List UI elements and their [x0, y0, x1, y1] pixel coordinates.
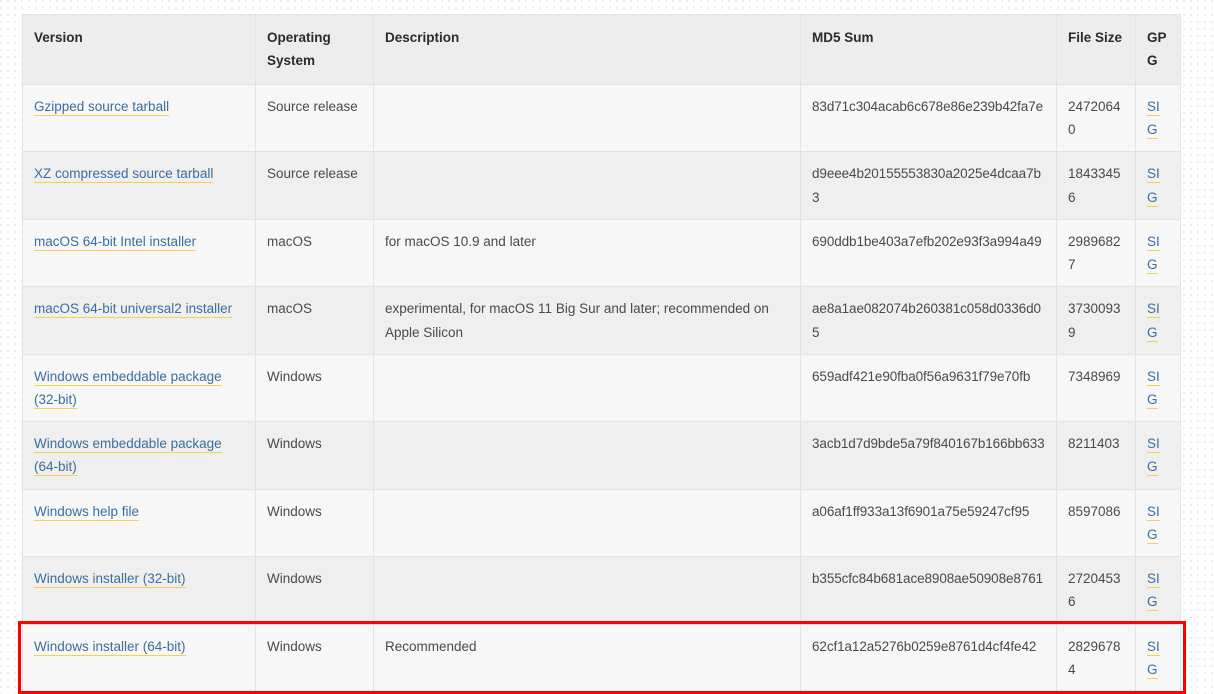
- cell-gpg: SIG: [1135, 286, 1181, 355]
- download-link[interactable]: Windows embeddable package (32-bit): [34, 368, 222, 409]
- table-row: Windows embeddable package (32-bit) Windo…: [22, 354, 1181, 423]
- downloads-table: Version Operating System Description MD5…: [22, 14, 1181, 692]
- cell-gpg: SIG: [1135, 489, 1181, 558]
- cell-file-size: 7348969: [1056, 354, 1136, 423]
- cell-description: [373, 84, 801, 153]
- table-row: XZ compressed source tarball Source relea…: [22, 151, 1181, 220]
- column-header-filesize: File Size: [1056, 14, 1136, 85]
- table-header-row: Version Operating System Description MD5…: [22, 14, 1181, 85]
- cell-file-size: 37300939: [1056, 286, 1136, 355]
- cell-description: for macOS 10.9 and later: [373, 219, 801, 288]
- cell-md5-sum: a06af1ff933a13f6901a75e59247cf95: [800, 489, 1057, 558]
- gpg-signature-link[interactable]: SIG: [1147, 368, 1160, 409]
- column-header-md5: MD5 Sum: [800, 14, 1057, 85]
- cell-version: Gzipped source tarball: [22, 84, 256, 153]
- download-link[interactable]: Gzipped source tarball: [34, 99, 170, 116]
- gpg-signature-link[interactable]: SIG: [1147, 166, 1160, 207]
- cell-gpg: SIG: [1135, 84, 1181, 153]
- table-row: macOS 64-bit universal2 installer macOS ex…: [22, 286, 1181, 355]
- column-header-version: Version: [22, 14, 256, 85]
- download-link[interactable]: macOS 64-bit universal2 installer: [34, 301, 233, 319]
- download-link[interactable]: XZ compressed source tarball: [34, 166, 214, 184]
- cell-md5-sum: 83d71c304acab6c678e86e239b42fa7e: [800, 84, 1057, 153]
- cell-description: experimental, for macOS 11 Big Sur and l…: [373, 286, 801, 355]
- gpg-signature-link[interactable]: SIG: [1147, 503, 1160, 544]
- cell-description: Recommended: [373, 624, 801, 692]
- column-header-os: Operating System: [255, 14, 374, 85]
- cell-version: XZ compressed source tarball: [22, 151, 256, 220]
- downloads-table-container: Version Operating System Description MD5…: [22, 14, 1181, 692]
- cell-description: [373, 354, 801, 423]
- cell-md5-sum: 3acb1d7d9bde5a79f840167b166bb633: [800, 421, 1057, 490]
- table-header: Version Operating System Description MD5…: [22, 14, 1181, 85]
- cell-operating-system: Windows: [255, 421, 374, 490]
- download-link[interactable]: Windows help file: [34, 503, 140, 521]
- cell-md5-sum: 690ddb1be403a7efb202e93f3a994a49: [800, 219, 1057, 288]
- cell-operating-system: Windows: [255, 489, 374, 558]
- cell-gpg: SIG: [1135, 151, 1181, 220]
- cell-md5-sum: d9eee4b20155553830a2025e4dcaa7b3: [800, 151, 1057, 220]
- cell-file-size: 27204536: [1056, 556, 1136, 625]
- cell-version: Windows embeddable package (32-bit): [22, 354, 256, 423]
- column-header-description: Description: [373, 14, 801, 85]
- cell-file-size: 18433456: [1056, 151, 1136, 220]
- cell-operating-system: Windows: [255, 354, 374, 423]
- cell-md5-sum: 62cf1a12a5276b0259e8761d4cf4fe42: [800, 624, 1057, 692]
- gpg-signature-link[interactable]: SIG: [1147, 436, 1160, 477]
- cell-version: macOS 64-bit Intel installer: [22, 219, 256, 288]
- cell-gpg: SIG: [1135, 421, 1181, 490]
- gpg-signature-link[interactable]: SIG: [1147, 233, 1160, 275]
- cell-gpg: SIG: [1135, 219, 1181, 288]
- cell-operating-system: macOS: [255, 219, 374, 288]
- gpg-signature-link[interactable]: SIG: [1147, 638, 1160, 679]
- cell-version: Windows help file: [22, 489, 256, 558]
- download-link[interactable]: macOS 64-bit Intel installer: [34, 233, 197, 251]
- column-header-gpg: GPG: [1135, 14, 1181, 85]
- cell-md5-sum: 659adf421e90fba0f56a9631f79e70fb: [800, 354, 1057, 423]
- cell-file-size: 28296784: [1056, 624, 1136, 692]
- gpg-signature-link[interactable]: SIG: [1147, 301, 1160, 342]
- cell-operating-system: Windows: [255, 556, 374, 625]
- cell-file-size: 8597086: [1056, 489, 1136, 558]
- download-link[interactable]: Windows embeddable package (64-bit): [34, 436, 222, 477]
- gpg-signature-link[interactable]: SIG: [1147, 571, 1160, 612]
- download-link[interactable]: Windows installer (64-bit): [34, 638, 186, 656]
- cell-md5-sum: ae8a1ae082074b260381c058d0336d05: [800, 286, 1057, 355]
- cell-description: [373, 421, 801, 490]
- table-row: Windows installer (64-bit) Windows Recomme…: [22, 624, 1181, 692]
- cell-operating-system: Source release: [255, 84, 374, 153]
- gpg-signature-link[interactable]: SIG: [1147, 99, 1160, 140]
- cell-md5-sum: b355cfc84b681ace8908ae50908e8761: [800, 556, 1057, 625]
- cell-operating-system: Source release: [255, 151, 374, 220]
- cell-gpg: SIG: [1135, 624, 1181, 692]
- cell-version: macOS 64-bit universal2 installer: [22, 286, 256, 355]
- table-body: Gzipped source tarball Source release 83d7…: [22, 84, 1181, 692]
- cell-description: [373, 151, 801, 220]
- table-row: Windows help file Windows a06af1ff933a13f6…: [22, 489, 1181, 558]
- download-link[interactable]: Windows installer (32-bit): [34, 571, 186, 589]
- cell-gpg: SIG: [1135, 354, 1181, 423]
- cell-operating-system: Windows: [255, 624, 374, 692]
- cell-version: Windows embeddable package (64-bit): [22, 421, 256, 490]
- cell-file-size: 8211403: [1056, 421, 1136, 490]
- table-row: macOS 64-bit Intel installer macOS for mac…: [22, 219, 1181, 288]
- table-row: Windows installer (32-bit) Windows b355cfc…: [22, 556, 1181, 625]
- cell-version: Windows installer (32-bit): [22, 556, 256, 625]
- table-row: Gzipped source tarball Source release 83d7…: [22, 84, 1181, 153]
- cell-file-size: 24720640: [1056, 84, 1136, 153]
- cell-gpg: SIG: [1135, 556, 1181, 625]
- table-row: Windows embeddable package (64-bit) Windo…: [22, 421, 1181, 490]
- cell-description: [373, 556, 801, 625]
- cell-operating-system: macOS: [255, 286, 374, 355]
- cell-description: [373, 489, 801, 558]
- cell-file-size: 29896827: [1056, 219, 1136, 288]
- cell-version: Windows installer (64-bit): [22, 624, 256, 692]
